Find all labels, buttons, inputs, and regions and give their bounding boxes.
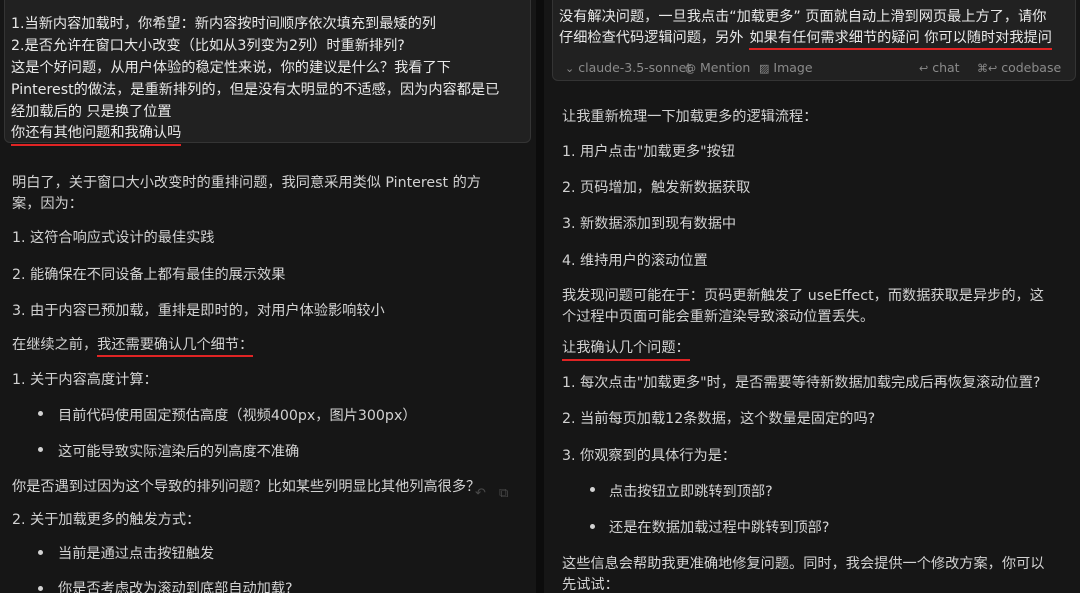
question-title: 2. 关于加载更多的触发方式：	[12, 512, 201, 528]
chat-submit-button[interactable]: ↩ chat	[919, 60, 960, 75]
confirm-line: 在继续之前，我还需要确认几个细节：	[12, 334, 254, 357]
image-button[interactable]: ▨ Image	[759, 60, 813, 75]
user-message-line: Pinterest的做法，是重新排列的，但是没有太明显的不适感，因为内容都是已	[11, 82, 500, 98]
user-message-box: 没有解决问题，一旦我点击“加载更多” 页面就自动上滑到网页最上方了，请你 仔细检…	[552, 0, 1076, 81]
bullet-item: 你是否考虑改为滚动到底部自动加载?	[58, 581, 293, 593]
confirm-prefix: 在继续之前，	[12, 337, 98, 353]
bullet-dot	[38, 586, 43, 591]
chat-label: chat	[932, 60, 960, 75]
bullet-dot	[590, 524, 595, 529]
step-item: 4. 维持用户的滚动位置	[562, 253, 708, 269]
model-name: claude-3.5-sonnet	[578, 60, 692, 75]
user-message-line: 经加载后的 只是换了位置	[11, 104, 172, 120]
user-message-line: 2.是否允许在窗口大小改变（比如从3列变为2列）时重新排列?	[11, 38, 405, 54]
image-label: Image	[773, 60, 813, 75]
step-item: 3. 新数据添加到现有数据中	[562, 216, 737, 232]
mention-label: Mention	[700, 60, 751, 75]
issue-line: 我发现问题可能在于：页码更新触发了 useEffect，而数据获取是异步的，这	[562, 288, 1044, 304]
bullet-dot	[38, 411, 43, 416]
right-chat-pane: 没有解决问题，一旦我点击“加载更多” 页面就自动上滑到网页最上方了，请你 仔细检…	[544, 0, 1080, 593]
user-message-line: 没有解决问题，一旦我点击“加载更多” 页面就自动上滑到网页最上方了，请你	[559, 9, 1047, 25]
model-selector[interactable]: ⌄ claude-3.5-sonnet	[565, 60, 691, 75]
closing-line: 先试试：	[562, 577, 619, 593]
at-icon: @	[685, 62, 696, 75]
issue-line: 个过程中页面可能会重新渲染导致滚动位置丢失。	[562, 309, 875, 325]
bullet-item: 还是在数据加载过程中跳转到顶部?	[609, 520, 830, 536]
cmd-return-icon: ⌘↩	[977, 62, 998, 75]
undo-icon[interactable]: ↶	[475, 486, 486, 501]
bullet-dot	[38, 447, 43, 452]
question-text: 你是否遇到过因为这个导致的排列问题？比如某些列明显比其他列高很多？	[12, 479, 481, 495]
mention-button[interactable]: @ Mention	[685, 60, 750, 75]
step-item: 1. 用户点击"加载更多"按钮	[562, 144, 735, 160]
confirm-highlight: 让我确认几个问题：	[562, 337, 690, 361]
user-message-prefix: 仔细检查代码逻辑问题，另外	[559, 30, 744, 46]
response-intro: 明白了，关于窗口大小改变时的重排问题，我同意采用类似 Pinterest 的方	[12, 175, 481, 191]
question-title: 1. 关于内容高度计算：	[12, 372, 158, 388]
reason-item: 2. 能确保在不同设备上都有最佳的展示效果	[12, 267, 286, 283]
user-message-line: 仔细检查代码逻辑问题，另外 如果有任何需求细节的疑问 你可以随时对我提问	[559, 27, 1052, 50]
user-message-highlight: 如果有任何需求细节的疑问 你可以随时对我提问	[749, 30, 1052, 50]
chevron-down-icon: ⌄	[565, 62, 575, 75]
question-item: 3. 你观察到的具体行为是：	[562, 448, 737, 464]
response-intro: 让我重新梳理一下加载更多的逻辑流程：	[562, 109, 818, 125]
codebase-label: codebase	[1001, 60, 1062, 75]
response-intro-cont: 案，因为：	[12, 196, 83, 212]
return-icon: ↩	[919, 62, 929, 75]
reason-item: 1. 这符合响应式设计的最佳实践	[12, 230, 215, 246]
bullet-item: 当前是通过点击按钮触发	[58, 546, 215, 562]
copy-icon[interactable]: ⧉	[499, 486, 508, 501]
bullet-item: 目前代码使用固定预估高度（视频400px，图片300px）	[58, 408, 417, 424]
user-message-box: 1.当新内容加载时，你希望：新内容按时间顺序依次填充到最矮的列 2.是否允许在窗…	[4, 0, 531, 146]
question-item: 1. 每次点击"加载更多"时，是否需要等待新数据加载完成后再恢复滚动位置?	[562, 375, 1041, 391]
question-item: 2. 当前每页加载12条数据，这个数量是固定的吗?	[562, 411, 876, 427]
confirm-highlight: 我还需要确认几个细节：	[97, 337, 254, 357]
reason-item: 3. 由于内容已预加载，重排是即时的，对用户体验影响较小	[12, 303, 385, 319]
user-message-highlight: 你还有其他问题和我确认吗	[11, 122, 182, 146]
image-icon: ▨	[759, 62, 770, 75]
pane-divider	[536, 0, 544, 593]
codebase-submit-button[interactable]: ⌘↩ codebase	[977, 60, 1061, 75]
step-item: 2. 页码增加，触发新数据获取	[562, 180, 751, 196]
closing-line: 这些信息会帮助我更准确地修复问题。同时，我会提供一个修改方案，你可以	[562, 556, 1045, 572]
user-message-line: 这是个好问题，从用户体验的稳定性来说，你的建议是什么？我看了下	[11, 60, 451, 76]
bullet-dot	[38, 550, 43, 555]
bullet-item: 这可能导致实际渲染后的列高度不准确	[58, 444, 300, 460]
bullet-dot	[590, 487, 595, 492]
bullet-item: 点击按钮立即跳转到顶部?	[609, 484, 773, 500]
user-message-line: 1.当新内容加载时，你希望：新内容按时间顺序依次填充到最矮的列	[11, 16, 436, 32]
left-chat-pane: 1.当新内容加载时，你希望：新内容按时间顺序依次填充到最矮的列 2.是否允许在窗…	[0, 0, 536, 593]
